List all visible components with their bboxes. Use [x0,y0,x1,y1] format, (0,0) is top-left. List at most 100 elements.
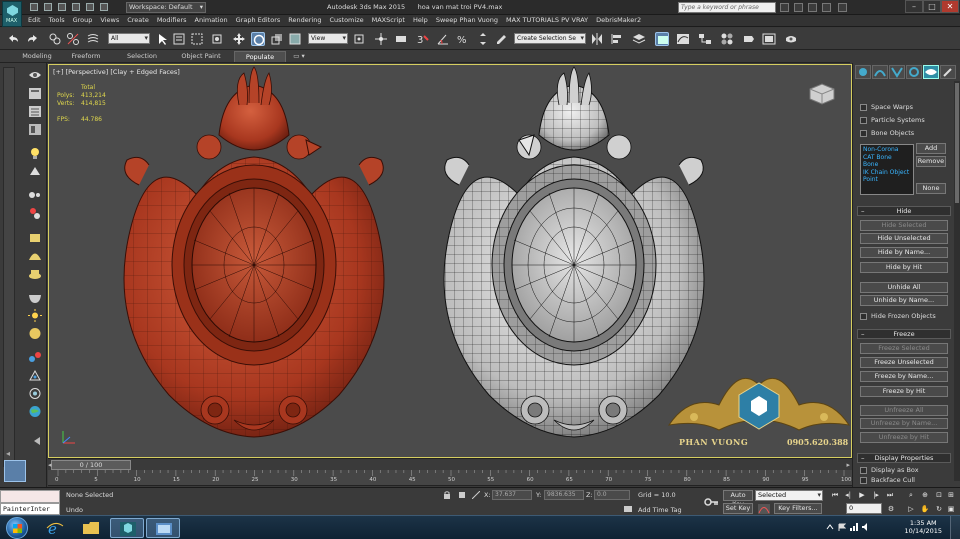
time-slider[interactable]: 0 / 100 ◂ ▸ [48,458,852,470]
zoom-all-icon[interactable]: ⊕ [920,490,930,500]
z-coordinate-field[interactable]: 0.0 [594,490,630,500]
menu-help[interactable]: Help [409,15,432,26]
helper-icon[interactable] [28,207,42,220]
viewcube-icon[interactable] [807,81,837,107]
red-clay-ornament[interactable] [123,66,385,438]
bind-spacewarp-icon[interactable] [86,32,100,46]
list-item[interactable]: CAT Bone [863,154,911,162]
goto-start-icon[interactable]: ⏮ [830,490,840,500]
particle-flow-icon[interactable] [28,369,42,382]
white-wireframe-ornament[interactable] [443,66,705,438]
freeze-by-name-button[interactable]: Freeze by Name... [860,371,948,382]
workspace-selector[interactable]: Workspace: Default ▾ [126,2,206,13]
schematic-view-icon[interactable] [698,32,712,46]
help-icon[interactable] [838,3,847,12]
time-slider-thumb[interactable]: 0 / 100 [51,460,131,470]
dome-primitive-icon[interactable] [28,249,42,262]
render-setup-icon[interactable] [742,32,756,46]
internet-explorer-icon[interactable]: e [38,518,72,538]
action-center-flag-icon[interactable] [838,523,847,531]
window-crossing-icon[interactable] [210,32,224,46]
file-explorer-icon[interactable] [74,518,108,538]
3dsmax-icon[interactable] [110,518,144,538]
layer-explorer-icon[interactable] [28,87,42,100]
unlink-icon[interactable] [66,32,80,46]
hide-selected-button[interactable]: Hide Selected [860,220,948,231]
globe-icon[interactable] [28,405,42,418]
hide-by-name-button[interactable]: Hide by Name... [860,247,948,258]
named-selection-dropdown[interactable]: Create Selection Se [514,33,586,44]
maxscript-mini-listener-top[interactable] [0,490,60,503]
display-as-box-checkbox[interactable]: Display as Box [860,466,919,474]
edit-named-selection-icon[interactable] [494,32,508,46]
light-bulb-icon[interactable] [28,147,42,160]
add-button[interactable]: Add [916,143,946,154]
selection-filter-dropdown[interactable]: All [108,33,150,44]
redo-icon[interactable] [86,3,94,11]
reference-coordinate-dropdown[interactable]: View [308,33,348,44]
list-item[interactable]: IK Chain Object [863,169,911,177]
orbit-icon[interactable]: ↻ [934,504,944,514]
maximize-viewport-icon[interactable]: ▣ [946,504,956,514]
display-icon[interactable] [923,65,939,79]
utilities-icon[interactable] [940,65,956,79]
ribbon-minimize-toggle[interactable]: ▭ ▾ [290,51,308,62]
pan-icon[interactable]: ✋ [920,504,930,514]
material-editor-icon[interactable] [720,32,734,46]
time-tag-icon[interactable] [624,505,632,513]
menu-edit[interactable]: Edit [24,15,45,26]
next-frame-arrow-icon[interactable]: ▸ [846,461,850,469]
list-item[interactable]: Non-Corona [863,146,911,154]
play-icon[interactable]: ▶ [857,490,867,500]
tab-populate[interactable]: Populate [234,51,286,62]
menu-graph-editors[interactable]: Graph Editors [232,15,285,26]
track-bar[interactable]: 0 5 10 15 20 25 30 35 40 45 50 55 60 65 70 75 80 85 90 95 10… [48,470,852,486]
field-of-view-icon[interactable]: ▷ [906,504,916,514]
menu-group[interactable]: Group [69,15,97,26]
open-file-icon[interactable] [44,3,52,11]
help-search-input[interactable]: Type a keyword or phrase [678,2,776,13]
subscription-icon[interactable] [794,3,803,12]
rect-region-icon[interactable] [190,32,204,46]
system-clock[interactable]: 1:35 AM 10/14/2015 [905,519,942,535]
menu-rendering[interactable]: Rendering [284,15,325,26]
auto-key-button[interactable]: Auto Key [723,490,753,508]
time-configuration-icon[interactable]: ⚙ [886,504,896,514]
bone-icon[interactable] [28,189,42,202]
cone-primitive-icon[interactable] [28,267,42,280]
menu-views[interactable]: Views [96,15,123,26]
spinner-snap-icon[interactable] [476,32,490,46]
hide-frozen-objects-checkbox[interactable]: Hide Frozen Objects [860,312,936,320]
menu-customize[interactable]: Customize [325,15,367,26]
select-move-icon[interactable] [232,32,246,46]
undo-icon[interactable] [6,32,20,46]
new-file-icon[interactable] [30,3,38,11]
close-button[interactable]: ✕ [941,0,959,13]
select-by-name-icon[interactable] [172,32,186,46]
x-coordinate-field[interactable]: 37.637 [492,490,532,500]
minimize-button[interactable]: – [905,0,923,13]
pivot-icon[interactable] [352,32,366,46]
save-file-icon[interactable] [58,3,66,11]
redo-icon[interactable] [26,32,40,46]
hide-bone-objects-checkbox[interactable]: Bone Objects [860,129,914,137]
hide-particle-systems-checkbox[interactable]: Particle Systems [860,116,925,124]
selection-center-icon[interactable] [288,32,302,46]
project-folder-icon[interactable] [100,3,108,11]
network-icon[interactable] [850,523,858,531]
menu-maxscript[interactable]: MAXScript [368,15,409,26]
y-coordinate-field[interactable]: 9836.635 [544,490,584,500]
tab-freeform[interactable]: Freeform [62,51,110,62]
lock-selection-icon[interactable] [443,491,451,499]
previous-frame-icon[interactable]: ◂| [843,490,853,500]
favorites-star-icon[interactable] [822,3,831,12]
image-viewer-icon[interactable] [146,518,180,538]
tray-expand-icon[interactable] [826,523,834,531]
command-panel-scrollbar[interactable] [954,81,960,481]
menu-animation[interactable]: Animation [191,15,232,26]
zoom-extents-icon[interactable]: ⊡ [934,490,944,500]
menu-max-tutorials[interactable]: MAX TUTORIALS PV VRAY [502,15,592,26]
scene-explorer-strip[interactable] [3,67,15,467]
freeze-rollout-header[interactable]: – Freeze [857,329,951,339]
maximize-button[interactable]: □ [923,0,941,13]
